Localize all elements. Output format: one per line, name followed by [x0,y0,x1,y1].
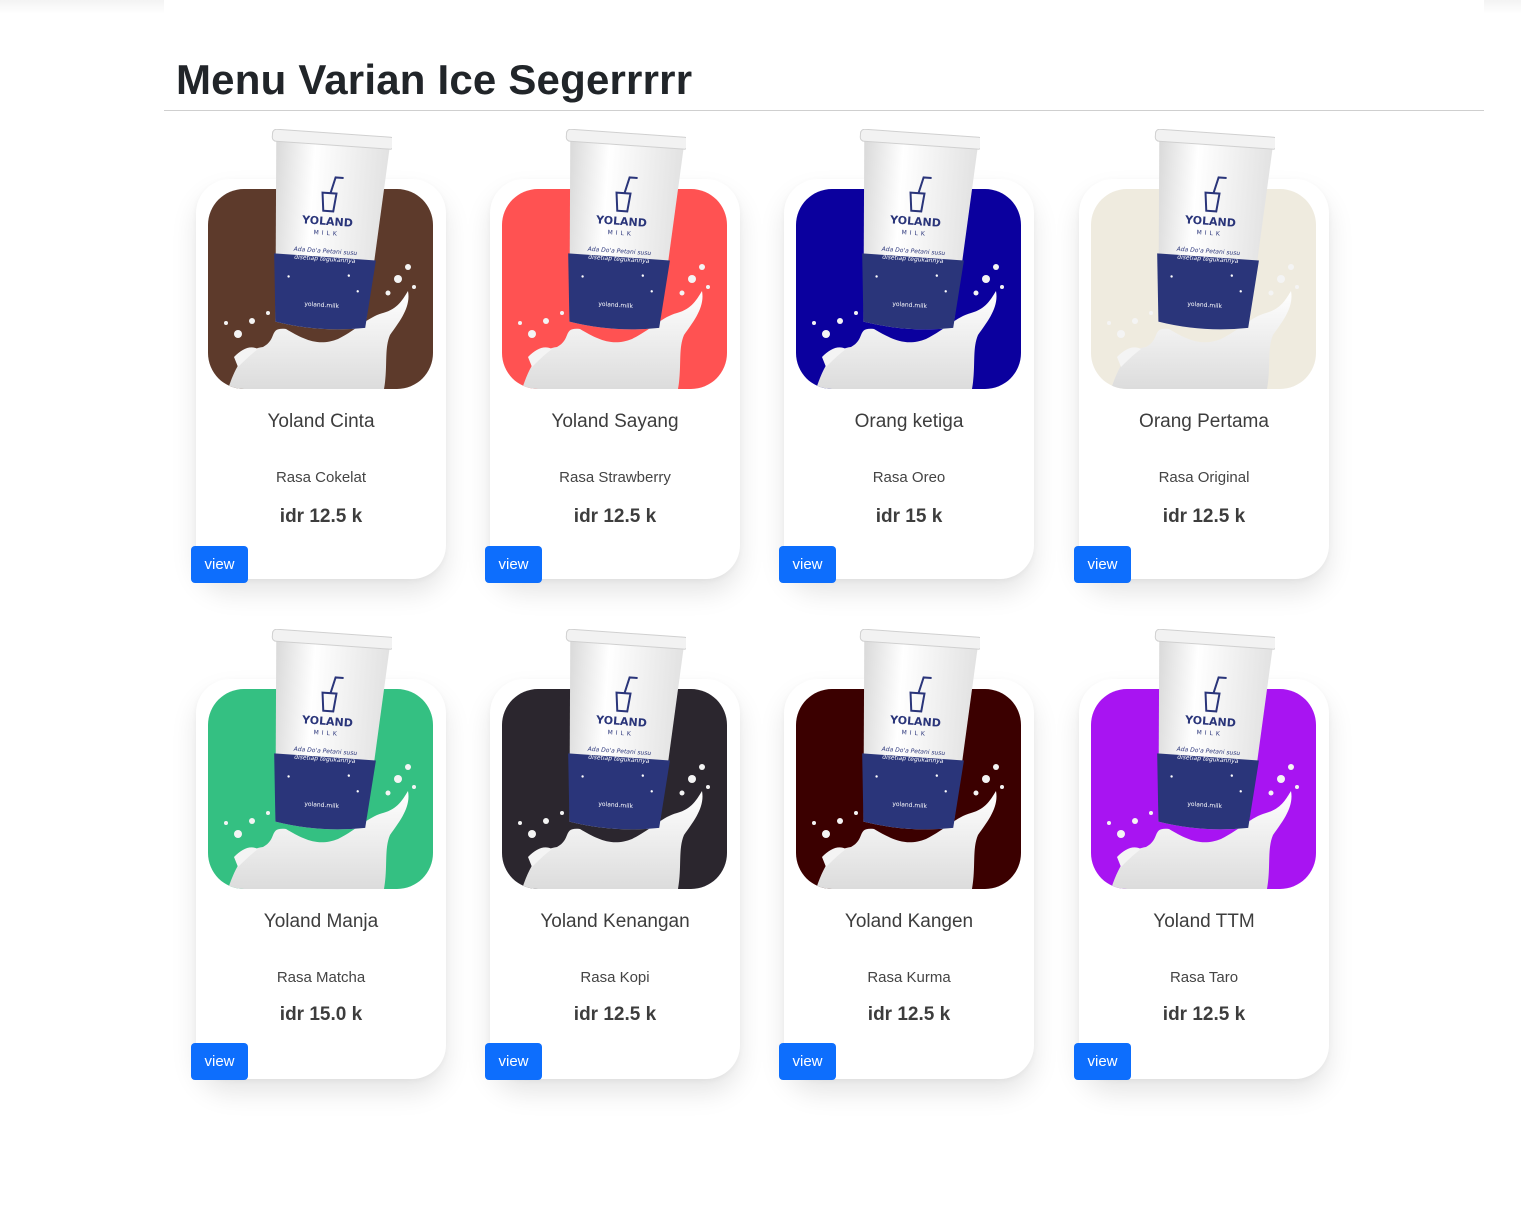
product-price: idr 12.5 k [1162,506,1246,527]
view-button[interactable]: view [779,546,836,583]
menu-container: Menu Varian Ice Segerrrrr Yoland Cinta R… [164,0,1484,1100]
view-button[interactable]: view [1074,546,1131,583]
milk-cup-image: YOLANDMILKAda Do'a Petani susudisetiap t… [859,129,980,330]
product-name: Orang Pertama [1139,411,1269,432]
product-card: Yoland Cinta Rasa Cokelat idr 12.5 k vie… [191,129,446,583]
product-card: Orang ketiga Rasa Oreo idr 15 k view YOL… [779,129,1034,583]
product-flavor: Rasa Strawberry [559,469,671,486]
milk-cup-image: YOLANDMILKAda Do'a Petani susudisetiap t… [565,129,686,330]
product-name: Orang ketiga [854,411,964,432]
product-card: Yoland Manja Rasa Matcha idr 15.0 k view… [191,629,446,1080]
product-flavor: Rasa Kopi [580,969,650,986]
product-name: Yoland Kangen [844,911,974,932]
product-card: Orang Pertama Rasa Original idr 12.5 k v… [1074,129,1329,583]
product-card: Yoland Kenangan Rasa Kopi idr 12.5 k vie… [485,629,740,1080]
milk-cup-image: YOLANDMILKAda Do'a Petani susudisetiap t… [1154,129,1275,330]
product-flavor: Rasa Oreo [872,469,946,486]
product-name: Yoland Kenangan [540,911,690,932]
product-name: Yoland Manja [263,911,379,932]
product-flavor: Rasa Taro [1169,969,1239,986]
view-button[interactable]: view [485,1043,542,1080]
product-flavor: Rasa Matcha [276,969,366,986]
view-button[interactable]: view [485,546,542,583]
product-name: Yoland Cinta [267,411,375,432]
product-name: Yoland Sayang [551,411,679,432]
milk-cup-image: YOLANDMILKAda Do'a Petani susudisetiap t… [1154,629,1275,830]
view-button[interactable]: view [191,1043,248,1080]
product-flavor: Rasa Original [1158,469,1250,486]
product-card: Yoland Kangen Rasa Kurma idr 12.5 k view… [779,629,1034,1080]
milk-cup-image: YOLANDMILKAda Do'a Petani susudisetiap t… [859,629,980,830]
product-price: idr 12.5 k [279,506,363,527]
product-flavor: Rasa Cokelat [275,469,367,486]
product-price: idr 12.5 k [573,1004,657,1025]
milk-cup-image: YOLANDMILKAda Do'a Petani susudisetiap t… [565,629,686,830]
product-price: idr 15 k [875,506,943,527]
milk-cup-image: YOLANDMILKAda Do'a Petani susudisetiap t… [271,629,392,830]
product-grid: Yoland Cinta Rasa Cokelat idr 12.5 k vie… [164,0,1484,1100]
product-name: Yoland TTM [1153,911,1255,932]
product-price: idr 12.5 k [1162,1004,1246,1025]
view-button[interactable]: view [1074,1043,1131,1080]
product-card: Yoland Sayang Rasa Strawberry idr 12.5 k… [485,129,740,583]
view-button[interactable]: view [779,1043,836,1080]
product-flavor: Rasa Kurma [867,969,951,986]
product-price: idr 12.5 k [867,1004,951,1025]
milk-cup-image: YOLANDMILKAda Do'a Petani susudisetiap t… [271,129,392,330]
product-card: Yoland TTM Rasa Taro idr 12.5 k view YOL… [1074,629,1329,1080]
product-price: idr 12.5 k [573,506,657,527]
view-button[interactable]: view [191,546,248,583]
product-price: idr 15.0 k [279,1004,363,1025]
